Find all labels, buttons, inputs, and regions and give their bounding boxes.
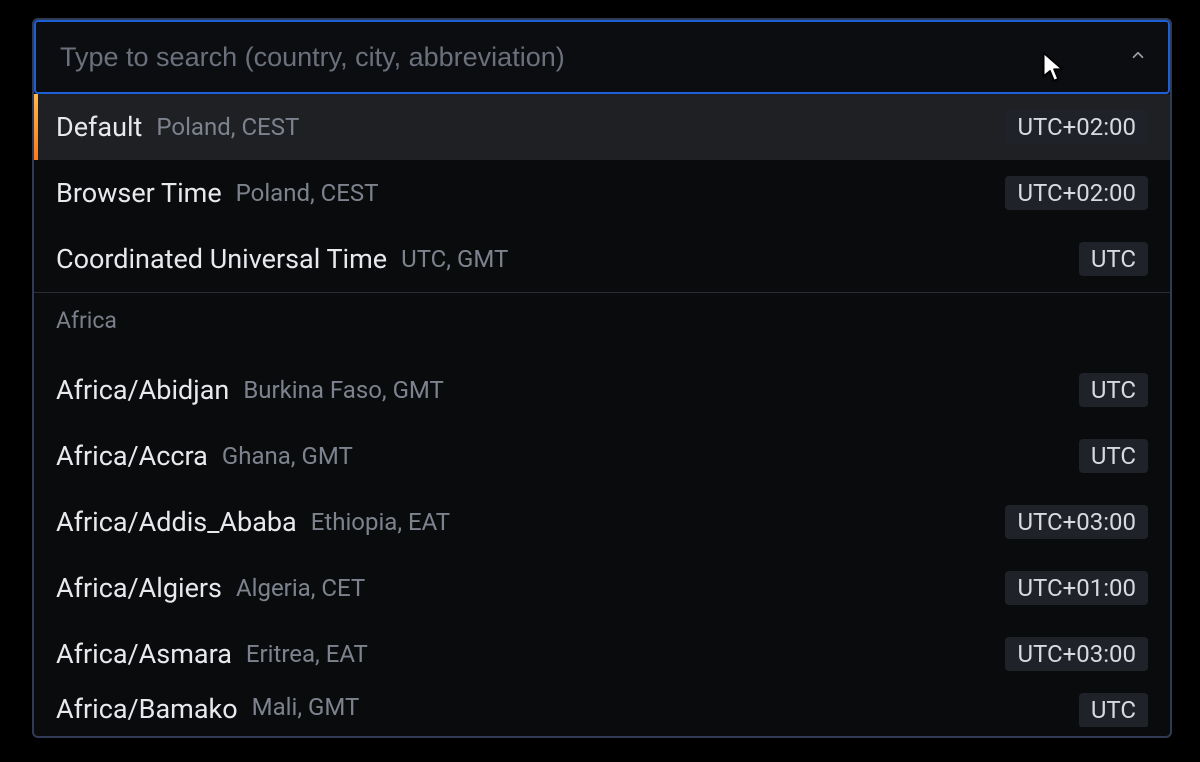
option-name: Browser Time (56, 177, 222, 209)
tz-option-browser-time[interactable]: Browser Time Poland, CEST UTC+02:00 (34, 160, 1170, 226)
option-name: Africa/Algiers (56, 572, 222, 604)
tz-option-utc[interactable]: Coordinated Universal Time UTC, GMT UTC (34, 226, 1170, 292)
search-input[interactable] (36, 22, 1108, 92)
option-name: Africa/Asmara (56, 638, 232, 670)
tz-option-africa-addis-ababa[interactable]: Africa/Addis_Ababa Ethiopia, EAT UTC+03:… (34, 489, 1170, 555)
option-sub: Eritrea, EAT (246, 640, 368, 668)
group-header-africa: Africa (34, 293, 1170, 347)
option-sub: UTC, GMT (401, 245, 508, 273)
utc-offset-badge: UTC (1079, 242, 1148, 277)
search-row (34, 20, 1170, 94)
group-label: Africa (56, 307, 117, 334)
tz-option-africa-accra[interactable]: Africa/Accra Ghana, GMT UTC (34, 423, 1170, 489)
utc-offset-badge: UTC (1079, 373, 1148, 408)
option-name: Africa/Abidjan (56, 374, 229, 406)
tz-option-africa-bamako[interactable]: Africa/Bamako Mali, GMT UTC (34, 687, 1170, 727)
tz-option-africa-abidjan[interactable]: Africa/Abidjan Burkina Faso, GMT UTC (34, 357, 1170, 423)
utc-offset-badge: UTC+03:00 (1005, 505, 1148, 540)
tz-option-africa-algiers[interactable]: Africa/Algiers Algeria, CET UTC+01:00 (34, 555, 1170, 621)
tz-option-africa-asmara[interactable]: Africa/Asmara Eritrea, EAT UTC+03:00 (34, 621, 1170, 687)
tz-option-default[interactable]: Default Poland, CEST UTC+02:00 (34, 94, 1170, 160)
option-sub: Poland, CEST (236, 179, 379, 207)
group-spacer (34, 347, 1170, 357)
utc-offset-badge: UTC (1079, 439, 1148, 474)
option-sub: Ghana, GMT (222, 442, 353, 470)
option-sub: Algeria, CET (236, 574, 365, 602)
option-sub: Mali, GMT (252, 693, 360, 721)
utc-offset-badge: UTC+02:00 (1005, 176, 1148, 211)
utc-offset-badge: UTC (1079, 693, 1148, 727)
collapse-button[interactable] (1108, 22, 1168, 92)
option-sub: Ethiopia, EAT (311, 508, 450, 536)
option-name: Africa/Accra (56, 440, 208, 472)
option-sub: Poland, CEST (156, 113, 299, 141)
option-name: Africa/Bamako (56, 693, 238, 725)
utc-offset-badge: UTC+02:00 (1005, 110, 1148, 145)
option-list[interactable]: Default Poland, CEST UTC+02:00 Browser T… (34, 94, 1170, 736)
chevron-up-icon (1129, 46, 1147, 68)
option-sub: Burkina Faso, GMT (243, 376, 444, 404)
option-name: Default (56, 111, 142, 143)
option-name: Coordinated Universal Time (56, 243, 387, 275)
utc-offset-badge: UTC+03:00 (1005, 637, 1148, 672)
utc-offset-badge: UTC+01:00 (1005, 571, 1148, 606)
timezone-dropdown: Default Poland, CEST UTC+02:00 Browser T… (32, 18, 1172, 738)
option-name: Africa/Addis_Ababa (56, 506, 297, 538)
